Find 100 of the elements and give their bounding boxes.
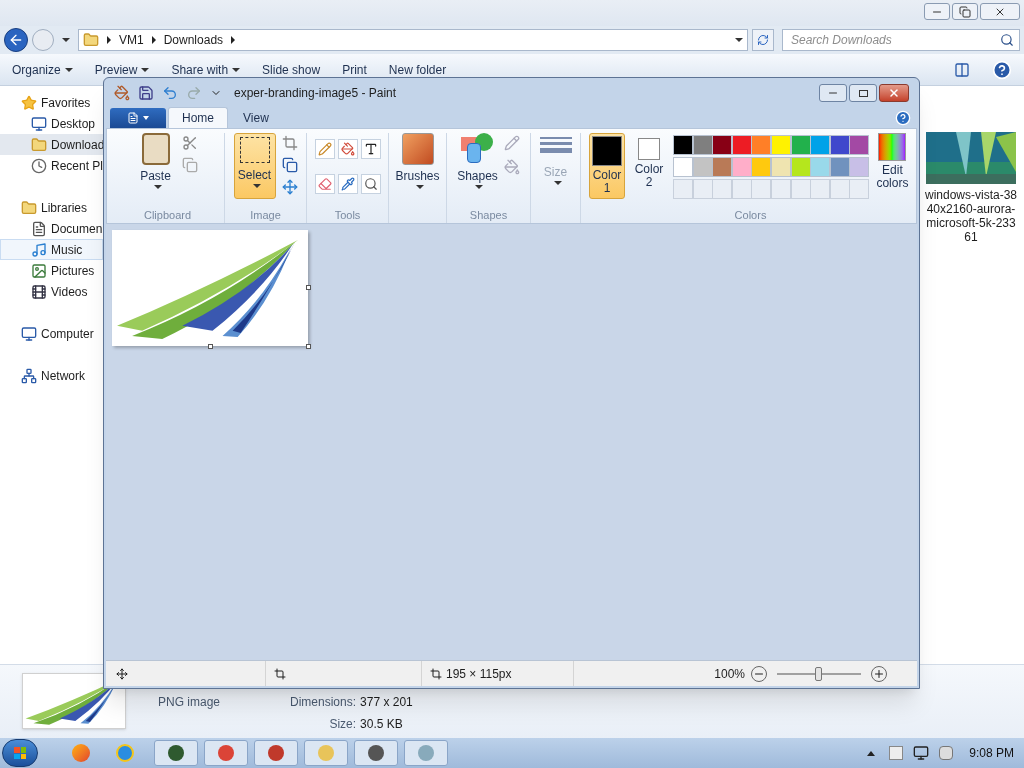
shapes-button[interactable]: Shapes (457, 133, 498, 207)
palette-swatch[interactable] (751, 135, 772, 155)
help-icon (992, 59, 1012, 80)
taskbar-button[interactable] (204, 740, 248, 766)
edit-colors-button[interactable]: Edit colors (872, 133, 912, 207)
sidebar-item[interactable]: Computer (0, 323, 103, 344)
search-field[interactable]: Search Downloads (782, 29, 1020, 51)
magnifier-icon[interactable] (360, 174, 381, 195)
maximize-button[interactable] (849, 84, 877, 102)
group-label: Tools (334, 207, 361, 223)
minimize-button[interactable] (924, 3, 950, 20)
sidebar-item[interactable]: Libraries (0, 197, 103, 218)
palette-swatch[interactable] (673, 135, 693, 155)
refresh-button[interactable] (752, 29, 774, 51)
application-menu-button[interactable] (110, 108, 166, 128)
ribbon-tab[interactable]: Home (168, 107, 228, 128)
palette-swatch[interactable] (849, 157, 870, 177)
breadcrumb[interactable]: Downloads (163, 31, 224, 49)
save-icon[interactable] (138, 85, 154, 101)
palette-swatch[interactable] (829, 157, 850, 177)
browser-icon[interactable] (72, 744, 90, 762)
brushes-button[interactable]: Brushes (395, 133, 440, 189)
back-button[interactable] (4, 28, 28, 52)
palette-swatch[interactable] (712, 157, 733, 177)
resize-handle[interactable] (306, 285, 311, 290)
taskbar-button[interactable] (154, 740, 198, 766)
resize-handle[interactable] (306, 344, 311, 349)
caret-icon (153, 185, 162, 189)
text-icon[interactable] (360, 139, 381, 159)
copy-icon[interactable] (181, 157, 198, 173)
field-label: Size: (328, 716, 357, 733)
sidebar-item[interactable]: Favorites (0, 92, 103, 113)
field-value: 377 x 201 (360, 694, 413, 711)
palette-swatch[interactable] (829, 135, 850, 155)
palette-swatch[interactable] (849, 135, 870, 155)
sidebar-item[interactable]: Pictures (0, 260, 103, 281)
shapes-icon (461, 133, 494, 165)
close-button[interactable] (879, 84, 909, 102)
eraser-icon[interactable] (314, 174, 335, 195)
palette-swatch[interactable] (751, 157, 772, 177)
palette-swatch[interactable] (770, 135, 791, 155)
pencil-icon[interactable] (314, 139, 335, 159)
redo-icon[interactable] (186, 85, 202, 101)
undo-icon[interactable] (162, 85, 178, 101)
outline-icon[interactable] (503, 135, 520, 151)
command-button[interactable]: Organize (12, 60, 73, 79)
sidebar-item[interactable]: Network (0, 365, 103, 386)
command-button[interactable]: New folder (388, 60, 447, 79)
palette-swatch[interactable] (790, 135, 811, 155)
breadcrumb[interactable]: VM1 (119, 31, 144, 49)
palette-swatch[interactable] (692, 135, 713, 155)
caret-icon (62, 38, 70, 42)
taskbar-button[interactable] (354, 740, 398, 766)
palette-swatch[interactable] (673, 157, 693, 177)
palette-swatch[interactable] (810, 135, 831, 155)
taskbar-button[interactable] (254, 740, 298, 766)
color-button[interactable]: Color 1 (589, 133, 625, 199)
app-icon (268, 745, 284, 761)
sidebar-item[interactable]: Documen (0, 218, 103, 239)
ribbon-tab[interactable]: View (230, 107, 282, 128)
group-label: Colors (734, 207, 767, 223)
palette-swatch[interactable] (712, 135, 733, 155)
document-icon (31, 220, 47, 237)
computer-icon (21, 325, 37, 342)
zoom-slider[interactable] (777, 666, 861, 681)
browser-icon[interactable] (116, 744, 134, 762)
command-button[interactable]: Print (342, 60, 367, 79)
cut-icon[interactable] (181, 135, 198, 151)
restore-button[interactable] (952, 3, 978, 20)
address-bar[interactable]: VM1 Downloads (78, 29, 748, 51)
palette-swatch[interactable] (731, 157, 752, 177)
sidebar-item[interactable]: Videos (0, 281, 103, 302)
fill-icon[interactable] (337, 139, 358, 159)
file-name[interactable]: windows-vista-38 40x2160-aurora- microsoft-5k-233 61 (924, 188, 1017, 244)
resize-icon[interactable] (281, 157, 298, 173)
start-button[interactable] (2, 739, 38, 767)
slider-thumb[interactable] (815, 666, 822, 681)
help-icon[interactable] (895, 110, 911, 126)
clock[interactable]: 9:08 PM (969, 744, 1014, 762)
palette-swatch[interactable] (731, 135, 752, 155)
crop-icon[interactable] (281, 135, 298, 151)
fill-icon[interactable] (503, 159, 520, 175)
palette-swatch[interactable] (770, 157, 791, 177)
search-icon (1000, 33, 1014, 47)
paste-button[interactable]: Paste (137, 133, 174, 207)
picture-icon (31, 262, 47, 279)
resize-handle[interactable] (208, 344, 213, 349)
palette-swatch[interactable] (810, 157, 831, 177)
sidebar-item[interactable]: Recent Pl (0, 155, 103, 176)
sidebar-item[interactable]: Desktop (0, 113, 103, 134)
windows-logo-icon (14, 747, 26, 759)
command-button[interactable]: Slide show (262, 60, 321, 79)
caret-icon (415, 185, 424, 189)
color-picker-icon[interactable] (337, 174, 358, 195)
color-button[interactable]: Color 2 (631, 133, 667, 199)
palette-swatch[interactable] (790, 157, 811, 177)
palette-swatch[interactable] (692, 157, 713, 177)
pane-icon (954, 61, 970, 78)
sidebar-item[interactable]: Music (0, 239, 103, 260)
select-button[interactable]: Select (233, 133, 276, 199)
